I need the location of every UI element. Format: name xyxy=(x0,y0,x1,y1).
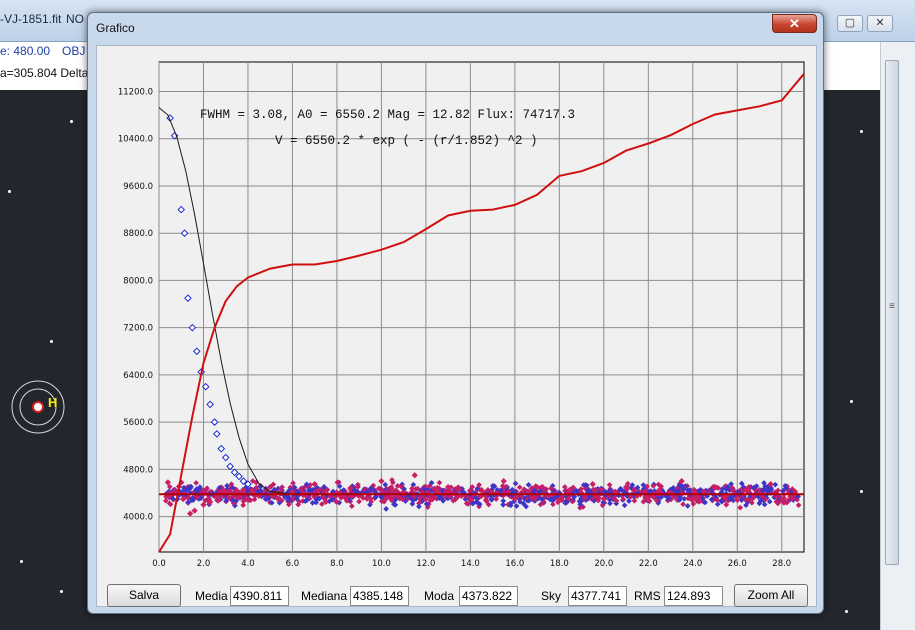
x-tick-label: 4.0 xyxy=(241,559,255,569)
x-tick-label: 14.0 xyxy=(461,559,480,569)
bg-title: -VJ-1851.fit xyxy=(0,12,62,26)
sky-label: Sky xyxy=(541,589,562,603)
y-tick-label: 6400.0 xyxy=(123,371,153,381)
star xyxy=(860,130,863,133)
media-field[interactable]: 4390.811 xyxy=(230,586,289,606)
x-tick-label: 8.0 xyxy=(330,559,344,569)
dialog-title: Grafico xyxy=(96,21,135,35)
y-tick-label: 4000.0 xyxy=(123,513,153,523)
bg-object-label: OBJ xyxy=(62,44,86,58)
marker-label: H xyxy=(48,395,58,410)
x-tick-label: 2.0 xyxy=(197,559,211,569)
x-tick-label: 10.0 xyxy=(372,559,391,569)
star xyxy=(8,190,11,193)
bg-exposure-text: e: 480.00 xyxy=(0,44,51,58)
rms-field[interactable]: 124.893 xyxy=(664,586,723,606)
bg-close-button[interactable]: ✕ xyxy=(867,15,893,32)
x-tick-label: 6.0 xyxy=(286,559,300,569)
bg-minimize-button[interactable]: ▢ xyxy=(837,15,863,32)
x-tick-label: 20.0 xyxy=(594,559,613,569)
media-label: Media xyxy=(195,589,228,603)
y-tick-label: 8800.0 xyxy=(123,229,153,239)
x-tick-label: 26.0 xyxy=(728,559,747,569)
star xyxy=(50,340,53,343)
x-axis: 0.0 2.0 4.0 6.0 8.0 10.0 12.0 14.0 16.0 18.0 20.0 2… xyxy=(152,559,791,569)
moda-label: Moda xyxy=(424,589,455,603)
star xyxy=(70,120,73,123)
star xyxy=(850,400,853,403)
grafico-dialog: Grafico ✕ 4000.0 4800.0 5600.0 6400.0 7200.0… xyxy=(87,12,824,614)
star xyxy=(845,610,848,613)
gaussian-formula-text: V = 6550.2 * exp ( - (r/1.852) ^2 ) xyxy=(275,134,538,148)
rms-label: RMS xyxy=(634,589,661,603)
save-button[interactable]: Salva xyxy=(107,584,181,607)
y-tick-label: 5600.0 xyxy=(123,418,153,428)
y-tick-label: 10400.0 xyxy=(118,135,153,145)
x-tick-label: 28.0 xyxy=(772,559,791,569)
mediana-label: Mediana xyxy=(301,589,348,603)
sky-field[interactable]: 4377.741 xyxy=(568,586,627,606)
y-tick-label: 7200.0 xyxy=(123,324,153,334)
bg-scroll-thumb[interactable]: ≡ xyxy=(885,60,899,565)
y-tick-label: 8000.0 xyxy=(123,276,153,286)
x-tick-label: 12.0 xyxy=(416,559,435,569)
y-tick-label: 4800.0 xyxy=(123,465,153,475)
target-marker-icon[interactable] xyxy=(8,377,68,437)
x-tick-label: 24.0 xyxy=(683,559,702,569)
zoom-all-button[interactable]: Zoom All xyxy=(734,584,808,607)
grip-icon: ≡ xyxy=(889,301,895,312)
bg-vertical-scrollbar[interactable]: ≡ xyxy=(880,42,915,630)
mediana-field[interactable]: 4385.148 xyxy=(350,586,409,606)
x-tick-label: 0.0 xyxy=(152,559,166,569)
star xyxy=(60,590,63,593)
dialog-close-button[interactable]: ✕ xyxy=(772,14,817,33)
y-tick-label: 11200.0 xyxy=(118,88,153,98)
moda-field[interactable]: 4373.822 xyxy=(459,586,518,606)
fwhm-text: FWHM = 3.08, A0 = 6550.2 Mag = 12.82 Flu… xyxy=(200,108,575,122)
x-tick-label: 16.0 xyxy=(505,559,524,569)
x-tick-label: 22.0 xyxy=(639,559,658,569)
dialog-body: 4000.0 4800.0 5600.0 6400.0 7200.0 8000.0 8800… xyxy=(96,45,817,607)
star xyxy=(860,490,863,493)
star xyxy=(20,560,23,563)
bg-coordinate-readout: a=305.804 Delta= xyxy=(0,66,96,80)
bg-title-suffix: NO xyxy=(66,12,84,26)
y-axis: 4000.0 4800.0 5600.0 6400.0 7200.0 8000.0 8800… xyxy=(118,88,153,523)
x-tick-label: 18.0 xyxy=(550,559,569,569)
profile-chart[interactable]: 4000.0 4800.0 5600.0 6400.0 7200.0 8000.0 8800… xyxy=(97,46,816,606)
y-tick-label: 9600.0 xyxy=(123,182,153,192)
